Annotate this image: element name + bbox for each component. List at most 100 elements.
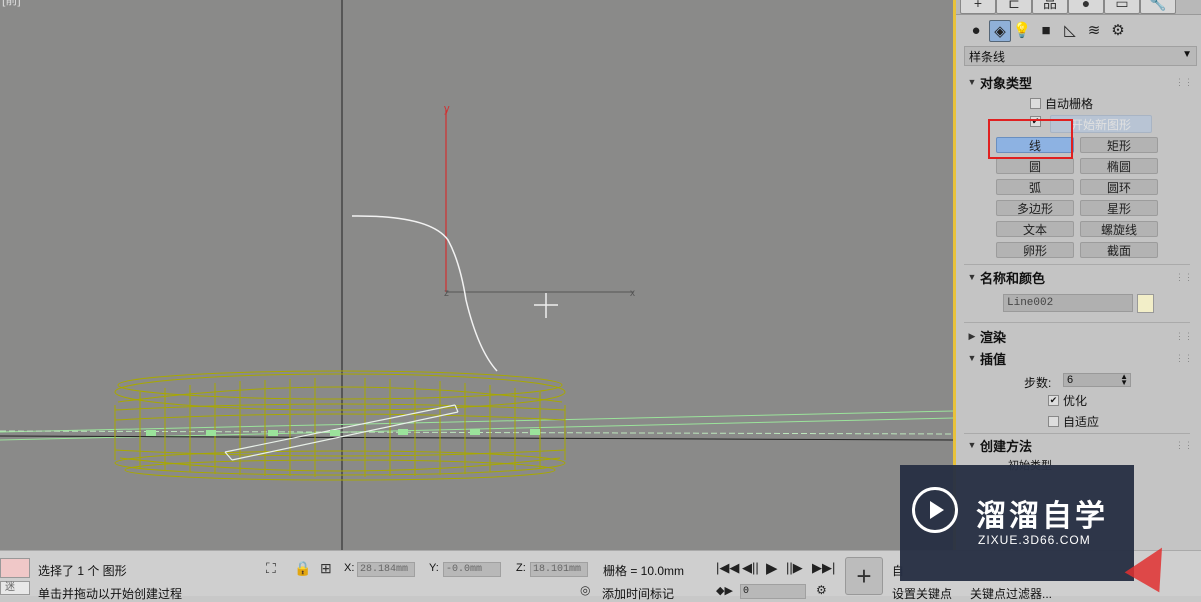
tab-create[interactable]: + [960, 0, 996, 14]
tab-motion[interactable]: ● [1068, 0, 1104, 14]
collapse-icon: ▼ [967, 77, 977, 87]
chevron-down-icon: ▼ [1182, 49, 1192, 60]
key-mode-icon[interactable]: ◆▶ [716, 584, 733, 597]
lock-selection-icon[interactable]: 🔒 [294, 560, 311, 577]
rollout-rendering[interactable]: ▶ 渲染 ⋮⋮ [964, 327, 1197, 345]
absolute-mode-icon[interactable]: ⊞ [320, 560, 332, 577]
drag-handle-icon: ⋮⋮ [1175, 352, 1193, 363]
rollout-rendering-title: 渲染 [980, 329, 1007, 345]
light-icon[interactable]: 💡 [1012, 20, 1032, 40]
watermark-subtitle: ZIXUE.3D66.COM [978, 533, 1091, 547]
prompt-hint: 单击并拖动以开始创建过程 [38, 587, 183, 601]
adaptive-label: 自适应 [1063, 415, 1100, 429]
steps-value: 6 [1067, 374, 1074, 386]
spinner-arrows-icon[interactable]: ▲ ▼ [1120, 373, 1128, 387]
set-key-button[interactable]: 设置关键点 [892, 585, 952, 602]
key-filters-button[interactable]: 关键点过滤器... [970, 585, 1052, 602]
go-to-start-icon[interactable]: |◀◀ [716, 560, 739, 576]
next-frame-icon[interactable]: ||▶ [786, 560, 803, 576]
play-icon[interactable]: ▶ [766, 559, 778, 577]
divider [964, 433, 1190, 434]
object-color-swatch[interactable] [1137, 294, 1154, 313]
divider [964, 264, 1190, 265]
drag-handle-icon: ⋮⋮ [1175, 330, 1193, 341]
systems-icon[interactable]: ⚙ [1108, 20, 1128, 40]
drag-handle-icon: ⋮⋮ [1175, 439, 1193, 450]
spacewarps-icon[interactable]: ≋ [1084, 20, 1104, 40]
egg-button[interactable]: 卵形 [996, 242, 1074, 258]
crosshair-cursor [534, 293, 558, 318]
add-time-tag[interactable]: 添加时间标记 [602, 585, 674, 602]
star-button[interactable]: 星形 [1080, 200, 1158, 216]
camera-icon[interactable]: ■ [1036, 20, 1056, 40]
category-dropdown[interactable]: 样条线 ▼ [964, 46, 1197, 66]
gizmo-x-label: x [630, 288, 635, 299]
rollout-name-color-title: 名称和颜色 [980, 270, 1046, 286]
rollout-creation-method-title: 创建方法 [980, 438, 1033, 454]
create-key-icon[interactable]: + [845, 557, 883, 595]
checkbox-icon [1030, 98, 1041, 109]
text-button[interactable]: 文本 [996, 221, 1074, 237]
object-name-field[interactable]: Line002 [1003, 294, 1133, 312]
previous-frame-icon[interactable]: ◀|| [742, 560, 759, 576]
drag-handle-icon: ⋮⋮ [1175, 76, 1193, 87]
z-coordinate-field[interactable]: 18.101mm [530, 562, 588, 577]
current-frame-field[interactable]: 0 [740, 584, 806, 599]
grid-size: 栅格 = 10.0mm [603, 564, 685, 578]
gizmo-y-label: y [444, 103, 450, 115]
auto-grid-label: 自动栅格 [1045, 97, 1094, 111]
viewport-front[interactable]: [前] y x z [0, 0, 954, 550]
tab-modify[interactable]: ⊏ [996, 0, 1032, 14]
rollout-interpolation[interactable]: ▼ 插值 ⋮⋮ [964, 349, 1197, 367]
divider [964, 322, 1190, 323]
panel-tabs: + ⊏ 品 ● ▭ 🔧 [956, 0, 1201, 15]
wireframe-object [114, 370, 566, 481]
donut-button[interactable]: 圆环 [1080, 179, 1158, 195]
optimize-checkbox[interactable]: ✔ 优化 [1048, 392, 1087, 409]
geometry-icon[interactable]: ● [966, 20, 986, 40]
x-label: X: [344, 562, 355, 574]
category-icons-row: ● ◈ 💡 ■ ◺ ≋ ⚙ [956, 18, 1201, 42]
ellipse-button[interactable]: 椭圆 [1080, 158, 1158, 174]
collapse-icon: ▼ [967, 440, 977, 450]
steps-label: 步数: [1024, 376, 1052, 390]
expand-icon: ▶ [968, 330, 976, 341]
viewport-scene[interactable]: y x z [0, 0, 954, 550]
spline-curve [351, 215, 498, 372]
optimize-label: 优化 [1063, 394, 1088, 408]
watermark-logo: 溜溜自学 ZIXUE.3D66.COM [900, 465, 1134, 581]
rollout-name-color[interactable]: ▼ 名称和颜色 ⋮⋮ [964, 268, 1197, 286]
go-to-end-icon[interactable]: ▶▶| [812, 560, 835, 576]
drag-handle-icon: ⋮⋮ [1175, 271, 1193, 282]
y-coordinate-field[interactable]: -0.0mm [443, 562, 501, 577]
rollout-object-type-title: 对象类型 [980, 75, 1033, 91]
helix-button[interactable]: 螺旋线 [1080, 221, 1158, 237]
tab-display[interactable]: ▭ [1104, 0, 1140, 14]
selection-status: 选择了 1 个 图形 [38, 564, 127, 578]
maxscript-listener-box[interactable] [0, 558, 30, 578]
tab-hierarchy[interactable]: 品 [1032, 0, 1068, 14]
highlight-annotation [988, 119, 1073, 159]
z-label: Z: [516, 562, 526, 574]
rectangle-button[interactable]: 矩形 [1080, 137, 1158, 153]
circle-button[interactable]: 圆 [996, 158, 1074, 174]
ngon-button[interactable]: 多边形 [996, 200, 1074, 216]
tab-utilities[interactable]: 🔧 [1140, 0, 1176, 14]
isolate-selection-icon[interactable]: ⛶ [266, 560, 276, 577]
adaptive-checkbox[interactable]: 自适应 [1048, 413, 1099, 430]
auto-grid-checkbox[interactable]: 自动栅格 [1030, 95, 1093, 112]
x-coordinate-field[interactable]: 28.184mm [357, 562, 415, 577]
section-button[interactable]: 截面 [1080, 242, 1158, 258]
steps-spinner[interactable]: 6 ▲ ▼ [1063, 373, 1131, 387]
y-label: Y: [429, 562, 439, 574]
ground-grid-lines [0, 410, 954, 441]
rollout-interpolation-title: 插值 [980, 351, 1007, 367]
collapse-icon: ▼ [967, 272, 977, 282]
mini-listener[interactable]: 迷 [0, 581, 30, 595]
watermark-title: 溜溜自学 [976, 499, 1108, 534]
rollout-creation-method[interactable]: ▼ 创建方法 ⋮⋮ [964, 436, 1197, 454]
helpers-icon[interactable]: ◺ [1060, 20, 1080, 40]
rollout-object-type[interactable]: ▼ 对象类型 ⋮⋮ [964, 73, 1197, 91]
arc-button[interactable]: 弧 [996, 179, 1074, 195]
shapes-icon[interactable]: ◈ [989, 20, 1011, 42]
